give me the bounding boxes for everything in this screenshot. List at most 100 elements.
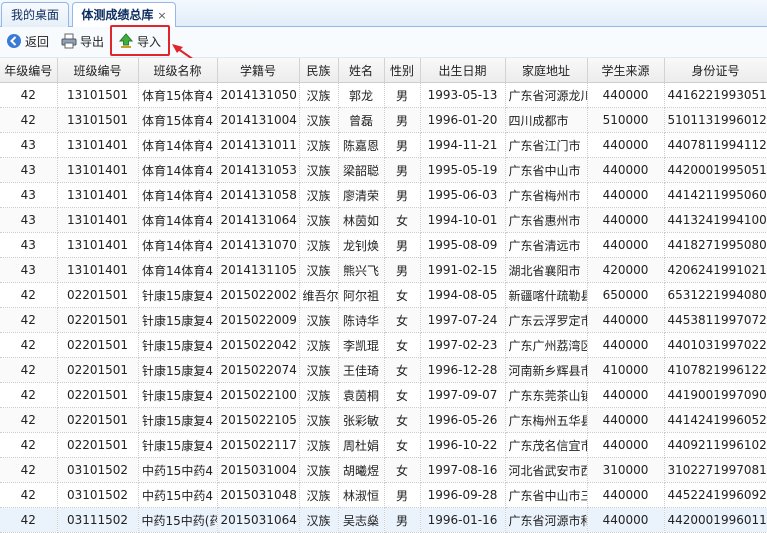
table-cell: 汉族 <box>299 82 339 108</box>
table-cell: 440000 <box>587 307 665 333</box>
table-cell: 510113199601200 <box>664 107 767 133</box>
table-cell: 441622199305130 <box>664 82 767 108</box>
tab-label: 体测成绩总库 <box>81 8 154 22</box>
table-row[interactable]: 43 13101401 体育14体育4 2014131105 汉族 熊兴飞男 1991-02… <box>0 257 767 283</box>
table-cell: 体育14体育4 <box>138 232 218 258</box>
table-row[interactable]: 42 02201501 针康15康复4 2015022100 汉族 袁茵桐女 1997-09… <box>0 382 767 408</box>
table-row[interactable]: 43 13101401 体育14体育4 2014131070 汉族 龙钊焕男 1995-08… <box>0 232 767 258</box>
table-cell: 441827199508090 <box>664 232 767 258</box>
table-cell: 440103199702230 <box>664 332 767 358</box>
table-row[interactable]: 43 13101401 体育14体育4 2014131011 汉族 陈嘉恩男 1994-11… <box>0 132 767 158</box>
table-cell: 体育15体育4 <box>138 82 218 108</box>
export-button[interactable]: 导出 <box>61 31 104 53</box>
table-cell: 女 <box>384 407 421 433</box>
toolbar: 返回 导出 导入 <box>0 27 767 58</box>
column-header[interactable]: 学生来源 <box>587 58 665 83</box>
table-cell: 女 <box>384 382 421 408</box>
table-cell: 420624199102150 <box>664 257 767 283</box>
table-cell: 1997-02-23 <box>420 332 506 358</box>
table-cell: 维吾尔 <box>299 282 339 308</box>
tab-label: 我的桌面 <box>10 8 59 22</box>
table-cell: 汉族 <box>299 332 339 358</box>
column-header[interactable]: 出生日期 <box>420 58 506 83</box>
table-cell: 2014131064 <box>217 207 300 233</box>
table-cell: 2015022074 <box>217 357 300 383</box>
table-cell: 43 <box>0 232 58 258</box>
table-cell: 442000199601160 <box>664 507 767 533</box>
import-label: 导入 <box>137 35 162 49</box>
column-header[interactable]: 姓名 <box>338 58 385 83</box>
table-cell: 广东省中山市三 <box>505 482 588 508</box>
table-cell: 03101502 <box>57 482 139 508</box>
table-cell: 441324199410010 <box>664 207 767 233</box>
table-cell: 440921199610220 <box>664 432 767 458</box>
table-cell: 汉族 <box>299 232 339 258</box>
column-header[interactable]: 家庭地址 <box>505 58 588 83</box>
table-cell: 阿尔祖 <box>338 282 385 308</box>
table-row[interactable]: 42 02201501 针康15康复4 2015022002 维吾尔 阿尔祖女 1994-0… <box>0 282 767 308</box>
table-row[interactable]: 42 03101502 中药15中药4 2015031048 汉族 林淑恒男 1996-09… <box>0 482 767 508</box>
table-cell: 汉族 <box>299 207 339 233</box>
table-row[interactable]: 43 13101401 体育14体育4 2014131053 汉族 梁韶聪男 1995-05… <box>0 157 767 183</box>
column-header[interactable]: 身份证号 <box>664 58 767 83</box>
table-cell: 女 <box>384 357 421 383</box>
back-button[interactable]: 返回 <box>6 31 49 53</box>
column-header[interactable]: 民族 <box>299 58 339 83</box>
table-row[interactable]: 42 03111502 中药15中药(药 2015031064 汉族 吴志燊男 1996-0… <box>0 507 767 533</box>
table-cell: 廖清荣 <box>338 182 385 208</box>
table-cell: 03101502 <box>57 457 139 483</box>
table-cell: 2014131053 <box>217 157 300 183</box>
table-cell: 13101401 <box>57 232 139 258</box>
table-cell: 1996-01-16 <box>420 507 506 533</box>
table-row[interactable]: 42 02201501 针康15康复4 2015022074 汉族 王佳琦女 1996-12… <box>0 357 767 383</box>
table-cell: 2015022100 <box>217 382 300 408</box>
table-cell: 熊兴飞 <box>338 257 385 283</box>
table-cell: 42 <box>0 457 58 483</box>
table-cell: 02201501 <box>57 307 139 333</box>
tab-fitness-score-library[interactable]: 体测成绩总库 × <box>72 2 176 28</box>
table-row[interactable]: 42 02201501 针康15康复4 2015022009 汉族 陈诗华女 1997-07… <box>0 307 767 333</box>
table-cell: 吴志燊 <box>338 507 385 533</box>
table-cell: 汉族 <box>299 432 339 458</box>
table-row[interactable]: 43 13101401 体育14体育4 2014131064 汉族 林茵如女 1994-10… <box>0 207 767 233</box>
table-cell: 汉族 <box>299 382 339 408</box>
column-header[interactable]: 班级名称 <box>138 58 218 83</box>
close-icon[interactable]: × <box>157 9 166 22</box>
table-cell: 43 <box>0 182 58 208</box>
table-cell: 女 <box>384 432 421 458</box>
table-cell: 1991-02-15 <box>420 257 506 283</box>
column-header[interactable]: 学籍号 <box>217 58 300 83</box>
table-cell: 河南新乡辉县市 <box>505 357 588 383</box>
table-row[interactable]: 42 13101501 体育15体育4 2014131050 汉族 郭龙男 1993-05-… <box>0 82 767 108</box>
table-row[interactable]: 43 13101401 体育14体育4 2014131058 汉族 廖清荣男 1995-06… <box>0 182 767 208</box>
table-cell: 体育14体育4 <box>138 257 218 283</box>
table-cell: 汉族 <box>299 257 339 283</box>
table-cell: 441424199605260 <box>664 407 767 433</box>
table-cell: 李凯琨 <box>338 332 385 358</box>
table-row[interactable]: 42 13101501 体育15体育4 2014131004 汉族 曾磊男 1996-01-… <box>0 107 767 133</box>
table-cell: 河北省武安市西 <box>505 457 588 483</box>
table-cell: 汉族 <box>299 182 339 208</box>
table-cell: 体育14体育4 <box>138 132 218 158</box>
table-row[interactable]: 42 02201501 针康15康复4 2015022042 汉族 李凯琨女 1997-02… <box>0 332 767 358</box>
import-button[interactable]: 导入 <box>118 31 161 53</box>
column-header[interactable]: 年级编号 <box>0 58 58 83</box>
table-cell: 广东省中山市 <box>505 157 588 183</box>
table-cell: 2015022002 <box>217 282 300 308</box>
back-label: 返回 <box>25 35 50 49</box>
table-cell: 42 <box>0 507 58 533</box>
table-cell: 442000199505190 <box>664 157 767 183</box>
table-cell: 43 <box>0 207 58 233</box>
table-cell: 湖北省襄阳市 <box>505 257 588 283</box>
table-cell: 男 <box>384 157 421 183</box>
table-cell: 03111502 <box>57 507 139 533</box>
table-cell: 1996-10-22 <box>420 432 506 458</box>
tab-my-desktop[interactable]: 我的桌面 <box>1 2 69 27</box>
table-row[interactable]: 42 02201501 针康15康复4 2015022117 汉族 周杜娟女 1996-10… <box>0 432 767 458</box>
table-cell: 440000 <box>587 82 665 108</box>
table-row[interactable]: 42 02201501 针康15康复4 2015022105 汉族 张彩敏女 1996-05… <box>0 407 767 433</box>
column-header[interactable]: 性别 <box>384 58 421 83</box>
table-row[interactable]: 42 03101502 中药15中药4 2015031004 汉族 胡曦煜女 1997-08… <box>0 457 767 483</box>
table-cell: 2014131070 <box>217 232 300 258</box>
column-header[interactable]: 班级编号 <box>57 58 139 83</box>
